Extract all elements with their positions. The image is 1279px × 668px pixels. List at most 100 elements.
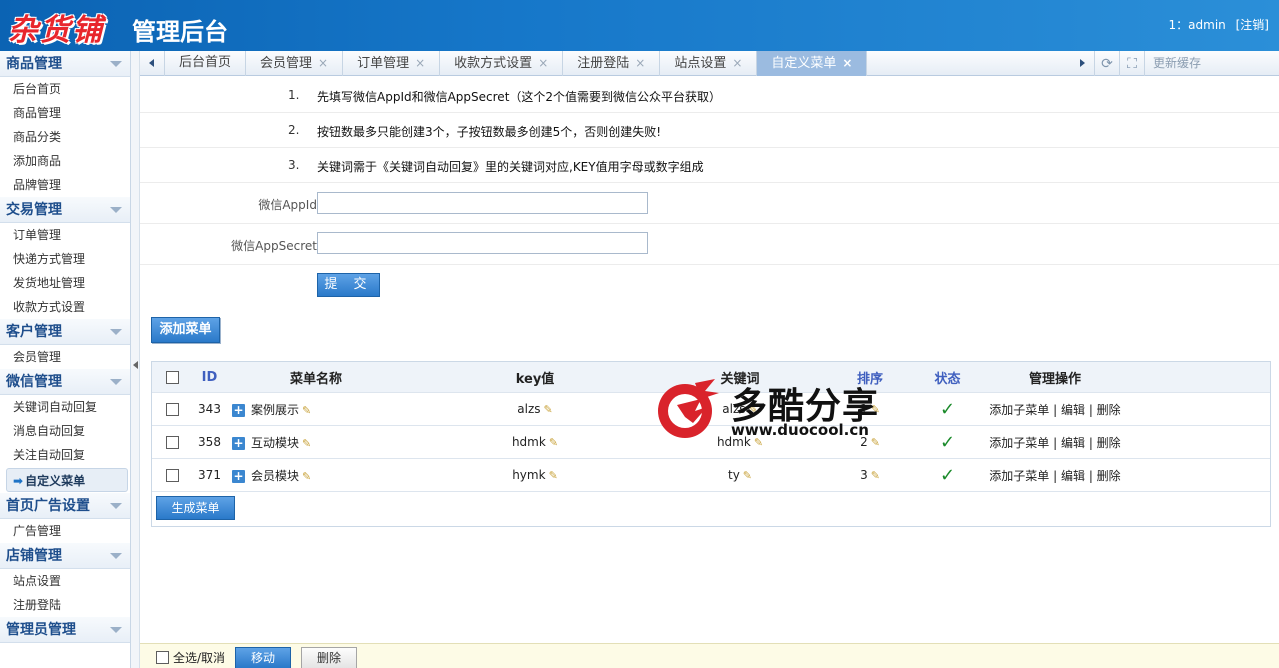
status-check-icon[interactable]: ✓ <box>940 465 955 486</box>
sidebar-item[interactable]: 订单管理 <box>0 223 130 247</box>
tip-row-2: 2. 按钮数最多只能创建3个，子按钮数最多创建5个，否则创建失败! <box>140 113 1279 148</box>
appsecret-input[interactable] <box>317 232 648 254</box>
edit-pencil-icon[interactable]: ✎ <box>302 470 311 483</box>
sidebar-item[interactable]: 站点设置 <box>0 569 130 593</box>
sidebar-group-title[interactable]: 客户管理 <box>0 319 130 345</box>
keyword-value: hdmk <box>716 435 751 449</box>
edit-link[interactable]: 编辑 <box>1061 469 1085 483</box>
close-icon[interactable]: × <box>318 56 328 70</box>
tab-item[interactable]: 后台首页 <box>165 51 247 76</box>
clear-cache-button[interactable]: 更新缓存 <box>1144 51 1259 76</box>
row-checkbox[interactable] <box>165 403 179 416</box>
close-icon[interactable]: × <box>635 56 645 70</box>
add-child-menu-link[interactable]: 添加子菜单 <box>989 403 1049 417</box>
submit-button[interactable]: 提 交 <box>317 273 380 297</box>
select-all-footer-checkbox[interactable] <box>156 651 169 664</box>
sidebar-item[interactable]: 发货地址管理 <box>0 271 130 295</box>
generate-menu-button[interactable]: 生成菜单 <box>156 496 235 520</box>
sidebar-group-title[interactable]: 管理员管理 <box>0 617 130 643</box>
edit-pencil-icon[interactable]: ✎ <box>871 403 880 416</box>
cell-name: + 案例展示 ✎ <box>227 401 405 418</box>
sidebar-item[interactable]: 后台首页 <box>0 77 130 101</box>
logout-link[interactable]: [注销] <box>1236 18 1269 32</box>
tab-item[interactable]: 注册登陆 × <box>563 51 661 76</box>
sidebar-group-title[interactable]: 商品管理 <box>0 51 130 77</box>
expand-plus-icon[interactable]: + <box>232 436 245 450</box>
sidebar-item[interactable]: 收款方式设置 <box>0 295 130 319</box>
tab-item[interactable]: 收款方式设置 × <box>440 51 564 76</box>
add-menu-button[interactable]: 添加菜单 <box>151 317 220 343</box>
sidebar-item[interactable]: 关键词自动回复 <box>0 395 130 419</box>
sidebar-item[interactable]: 会员管理 <box>0 345 130 369</box>
edit-pencil-icon[interactable]: ✎ <box>749 403 758 416</box>
tab-scroll-right-button[interactable] <box>1072 51 1094 76</box>
appid-input[interactable] <box>317 192 648 214</box>
close-icon[interactable]: × <box>732 56 742 70</box>
sidebar-group-title[interactable]: 首页广告设置 <box>0 493 130 519</box>
delete-link[interactable]: 删除 <box>1097 403 1121 417</box>
col-sort[interactable]: 排序 <box>815 368 925 387</box>
sidebar-item[interactable]: 商品分类 <box>0 125 130 149</box>
sidebar-item[interactable]: 关注自动回复 <box>0 443 130 467</box>
expand-plus-icon[interactable]: + <box>232 469 245 483</box>
sidebar-item[interactable]: 商品管理 <box>0 101 130 125</box>
refresh-icon[interactable]: ⟳ <box>1094 51 1119 76</box>
table-header: ID 菜单名称 key值 关键词 排序 状态 管理操作 <box>152 362 1270 393</box>
tab-tools: ⟳ ⛶ 更新缓存 <box>1094 51 1259 76</box>
edit-pencil-icon[interactable]: ✎ <box>549 469 558 482</box>
table-row: 343 + 案例展示 ✎ alzs ✎ alzs ✎ 1 ✎ ✓ 添加子菜单 | 编辑 | 删除 <box>152 393 1270 426</box>
edit-pencil-icon[interactable]: ✎ <box>871 469 880 482</box>
sidebar-item[interactable]: 注册登陆 <box>0 593 130 617</box>
cell-name: + 会员模块 ✎ <box>227 467 405 484</box>
ops-separator: | <box>1085 402 1097 417</box>
cell-id: 343 <box>198 402 221 416</box>
sidebar-item[interactable]: 快递方式管理 <box>0 247 130 271</box>
expand-plus-icon[interactable]: + <box>232 403 245 417</box>
menu-table: ID 菜单名称 key值 关键词 排序 状态 管理操作 343 + 案例展示 ✎ alz… <box>151 361 1271 527</box>
tab-item[interactable]: 会员管理 × <box>246 51 344 76</box>
fullscreen-icon[interactable]: ⛶ <box>1119 51 1144 76</box>
edit-pencil-icon[interactable]: ✎ <box>544 403 553 416</box>
status-check-icon[interactable]: ✓ <box>940 399 955 420</box>
edit-pencil-icon[interactable]: ✎ <box>754 436 763 449</box>
sidebar-item[interactable]: 品牌管理 <box>0 173 130 197</box>
row-checkbox[interactable] <box>165 469 179 482</box>
sidebar-collapse-toggle[interactable] <box>131 51 140 668</box>
edit-pencil-icon[interactable]: ✎ <box>302 437 311 450</box>
tab-item[interactable]: 自定义菜单 × <box>757 51 868 76</box>
close-icon[interactable]: × <box>538 56 548 70</box>
tab-scroll-left-button[interactable] <box>140 51 165 76</box>
add-child-menu-link[interactable]: 添加子菜单 <box>989 469 1049 483</box>
edit-pencil-icon[interactable]: ✎ <box>743 469 752 482</box>
edit-pencil-icon[interactable]: ✎ <box>871 436 880 449</box>
edit-link[interactable]: 编辑 <box>1061 403 1085 417</box>
col-id[interactable]: ID <box>192 370 227 385</box>
status-check-icon[interactable]: ✓ <box>940 432 955 453</box>
move-button[interactable]: 移动 <box>235 647 291 668</box>
delete-link[interactable]: 删除 <box>1097 469 1121 483</box>
cell-state: ✓ <box>925 399 970 420</box>
edit-pencil-icon[interactable]: ✎ <box>549 436 558 449</box>
sidebar-item[interactable]: 广告管理 <box>0 519 130 543</box>
add-child-menu-link[interactable]: 添加子菜单 <box>989 436 1049 450</box>
edit-link[interactable]: 编辑 <box>1061 436 1085 450</box>
sidebar-item[interactable]: ➡ 自定义菜单 <box>6 468 128 492</box>
select-all-control[interactable]: 全选/取消 <box>156 649 225 666</box>
sidebar-item[interactable]: 消息自动回复 <box>0 419 130 443</box>
delete-link[interactable]: 删除 <box>1097 436 1121 450</box>
cell-ops: 添加子菜单 | 编辑 | 删除 <box>970 434 1140 451</box>
tab-item[interactable]: 站点设置 × <box>660 51 758 76</box>
sidebar-group-title[interactable]: 微信管理 <box>0 369 130 395</box>
row-checkbox[interactable] <box>165 436 179 449</box>
col-state[interactable]: 状态 <box>925 368 970 387</box>
sidebar-group-title[interactable]: 店铺管理 <box>0 543 130 569</box>
sidebar-item[interactable]: 添加商品 <box>0 149 130 173</box>
sidebar-group-title[interactable]: 交易管理 <box>0 197 130 223</box>
delete-button[interactable]: 删除 <box>301 647 357 668</box>
close-icon[interactable]: × <box>415 56 425 70</box>
ops-separator: | <box>1085 468 1097 483</box>
select-all-checkbox[interactable] <box>165 370 179 384</box>
edit-pencil-icon[interactable]: ✎ <box>302 404 311 417</box>
close-icon[interactable]: × <box>842 56 852 70</box>
tab-item[interactable]: 订单管理 × <box>343 51 441 76</box>
